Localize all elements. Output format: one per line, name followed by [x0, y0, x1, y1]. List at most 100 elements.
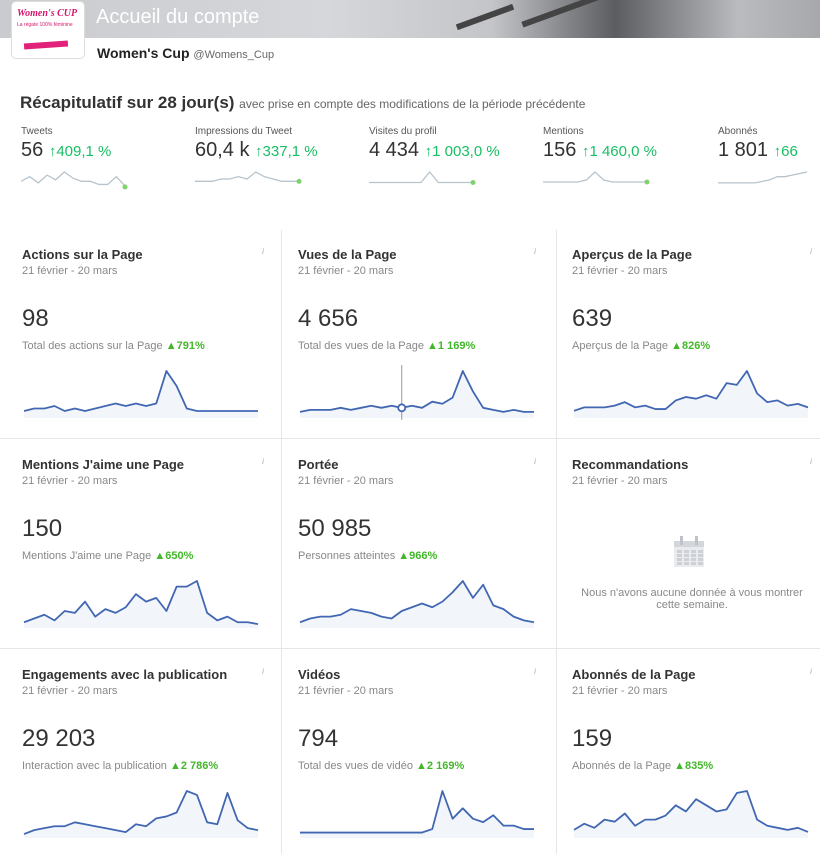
metric-change: ↑66 [773, 143, 798, 160]
info-icon[interactable]: i [258, 667, 268, 677]
card-dates: 21 février - 20 mars [298, 265, 394, 277]
account-handle: @Womens_Cup [193, 49, 275, 61]
empty-message: Nous n'avons aucune donnée à vous montre… [581, 587, 803, 611]
info-icon[interactable]: i [258, 457, 268, 467]
card-title: Vidéos [298, 667, 341, 682]
card-title: Recommandations [572, 457, 689, 472]
account-avatar[interactable]: Women's CUP La régate 100% féminine [12, 2, 84, 58]
insight-card[interactable]: Engagements avec la publication 21 févri… [22, 667, 264, 857]
card-chart[interactable] [572, 785, 810, 840]
metric-sparkline [195, 171, 302, 184]
card-dates: 21 février - 20 mars [22, 475, 118, 487]
card-description: Personnes atteintes ▲966% [298, 550, 438, 562]
card-description: Total des vues de la Page ▲1 169% [298, 340, 476, 352]
insight-card[interactable]: Mentions J'aime une Page 21 février - 20… [22, 457, 264, 647]
insight-card[interactable]: Aperçus de la Page 21 février - 20 mars … [572, 247, 812, 437]
chart-line [299, 370, 534, 413]
metric-label: Abonnés [718, 126, 758, 137]
card-title: Engagements avec la publication [22, 667, 228, 682]
metric-0[interactable]: Tweets 56 ↑409,1 % [21, 126, 131, 190]
card-chart[interactable] [22, 365, 260, 420]
card-title: Mentions J'aime une Page [22, 457, 185, 472]
metric-3[interactable]: Mentions 156 ↑1 460,0 % [543, 126, 657, 190]
metric-change: ↑337,1 % [255, 143, 318, 160]
card-description: Aperçus de la Page ▲826% [572, 340, 711, 352]
metric-change: ↑1 003,0 % [424, 143, 500, 160]
insight-card[interactable]: Vues de la Page 21 février - 20 mars i 4 … [298, 247, 538, 437]
card-change: ▲1 169% [427, 340, 476, 352]
logo-stroke [23, 40, 69, 50]
info-icon[interactable]: i [806, 457, 816, 467]
sparkline-path [21, 171, 126, 187]
card-change: ▲650% [154, 550, 194, 562]
chart-area [574, 371, 808, 418]
account-identity[interactable]: Women's Cup @Womens_Cup [97, 45, 274, 61]
card-change: ▲835% [674, 760, 714, 772]
card-value: 159 [572, 725, 613, 752]
metric-value: 1 801 [718, 139, 769, 161]
card-chart[interactable] [298, 575, 536, 630]
chart-area [574, 791, 808, 838]
metric-label: Visites du profil [369, 126, 437, 137]
chart-area [24, 581, 258, 628]
card-value: 50 985 [298, 515, 372, 542]
card-change: ▲2 786% [170, 760, 219, 772]
metric-value: 156 [543, 139, 577, 161]
sparkline-path [543, 171, 647, 183]
insight-card[interactable]: Actions sur la Page 21 février - 20 mars… [22, 247, 264, 437]
insight-card[interactable]: Recommandations 21 février - 20 mars i N… [572, 457, 812, 647]
card-title: Aperçus de la Page [572, 247, 692, 262]
card-value: 4 656 [298, 305, 359, 332]
card-chart[interactable] [22, 785, 260, 840]
card-title: Vues de la Page [298, 247, 397, 262]
calendar-icon [674, 536, 704, 567]
metric-label: Tweets [21, 126, 53, 137]
card-dates: 21 février - 20 mars [22, 685, 118, 697]
metric-sparkline [718, 171, 808, 184]
chart-line [23, 370, 258, 412]
metric-value: 56 [21, 139, 44, 161]
card-dates: 21 février - 20 mars [298, 475, 394, 487]
card-chart[interactable] [22, 575, 260, 630]
summary-heading: Récapitulatif sur 28 jour(s) avec prise … [20, 93, 585, 113]
metric-value: 60,4 k [195, 139, 250, 161]
header-banner: Accueil du compte [0, 0, 820, 38]
info-icon[interactable]: i [806, 667, 816, 677]
insight-card[interactable]: Vidéos 21 février - 20 mars i 794 Total d… [298, 667, 538, 857]
card-value: 639 [572, 305, 613, 332]
summary-subtitle: avec prise en compte des modifications d… [239, 97, 586, 111]
insight-card[interactable]: Abonnés de la Page 21 février - 20 mars … [572, 667, 812, 857]
info-icon[interactable]: i [530, 457, 540, 467]
metric-value: 4 434 [369, 139, 420, 161]
card-change: ▲2 169% [416, 760, 465, 772]
metric-1[interactable]: Impressions du Tweet 60,4 k ↑337,1 % [195, 126, 318, 190]
card-value: 29 203 [22, 725, 96, 752]
card-description: Total des actions sur la Page ▲791% [22, 340, 205, 352]
sparkline-path [718, 171, 808, 184]
metric-sparkline [543, 171, 650, 185]
card-dates: 21 février - 20 mars [572, 265, 668, 277]
card-chart[interactable] [298, 365, 536, 420]
info-icon[interactable]: i [530, 667, 540, 677]
card-dates: 21 février - 20 mars [22, 265, 118, 277]
info-icon[interactable]: i [258, 247, 268, 257]
logo-tagline: La régate 100% féminine [17, 22, 73, 28]
card-chart[interactable] [572, 365, 810, 420]
metric-sparkline [21, 171, 128, 190]
card-change: ▲966% [398, 550, 438, 562]
chart-area [24, 791, 258, 838]
metric-label: Impressions du Tweet [195, 126, 293, 137]
card-description: Interaction avec la publication ▲2 786% [22, 760, 219, 772]
info-icon[interactable]: i [530, 247, 540, 257]
info-icon[interactable]: i [806, 247, 816, 257]
card-dates: 21 février - 20 mars [298, 685, 394, 697]
metric-4[interactable]: Abonnés 1 801 ↑66 [718, 126, 813, 190]
metric-change: ↑409,1 % [48, 143, 112, 160]
insight-card[interactable]: Portée 21 février - 20 mars i 50 985 Pers… [298, 457, 538, 647]
metric-change: ↑1 460,0 % [581, 143, 657, 160]
card-change: ▲826% [671, 340, 711, 352]
metric-2[interactable]: Visites du profil 4 434 ↑1 003,0 % [369, 126, 500, 190]
sparkline-path [369, 170, 473, 184]
card-chart[interactable] [298, 785, 536, 840]
card-dates: 21 février - 20 mars [572, 685, 668, 697]
